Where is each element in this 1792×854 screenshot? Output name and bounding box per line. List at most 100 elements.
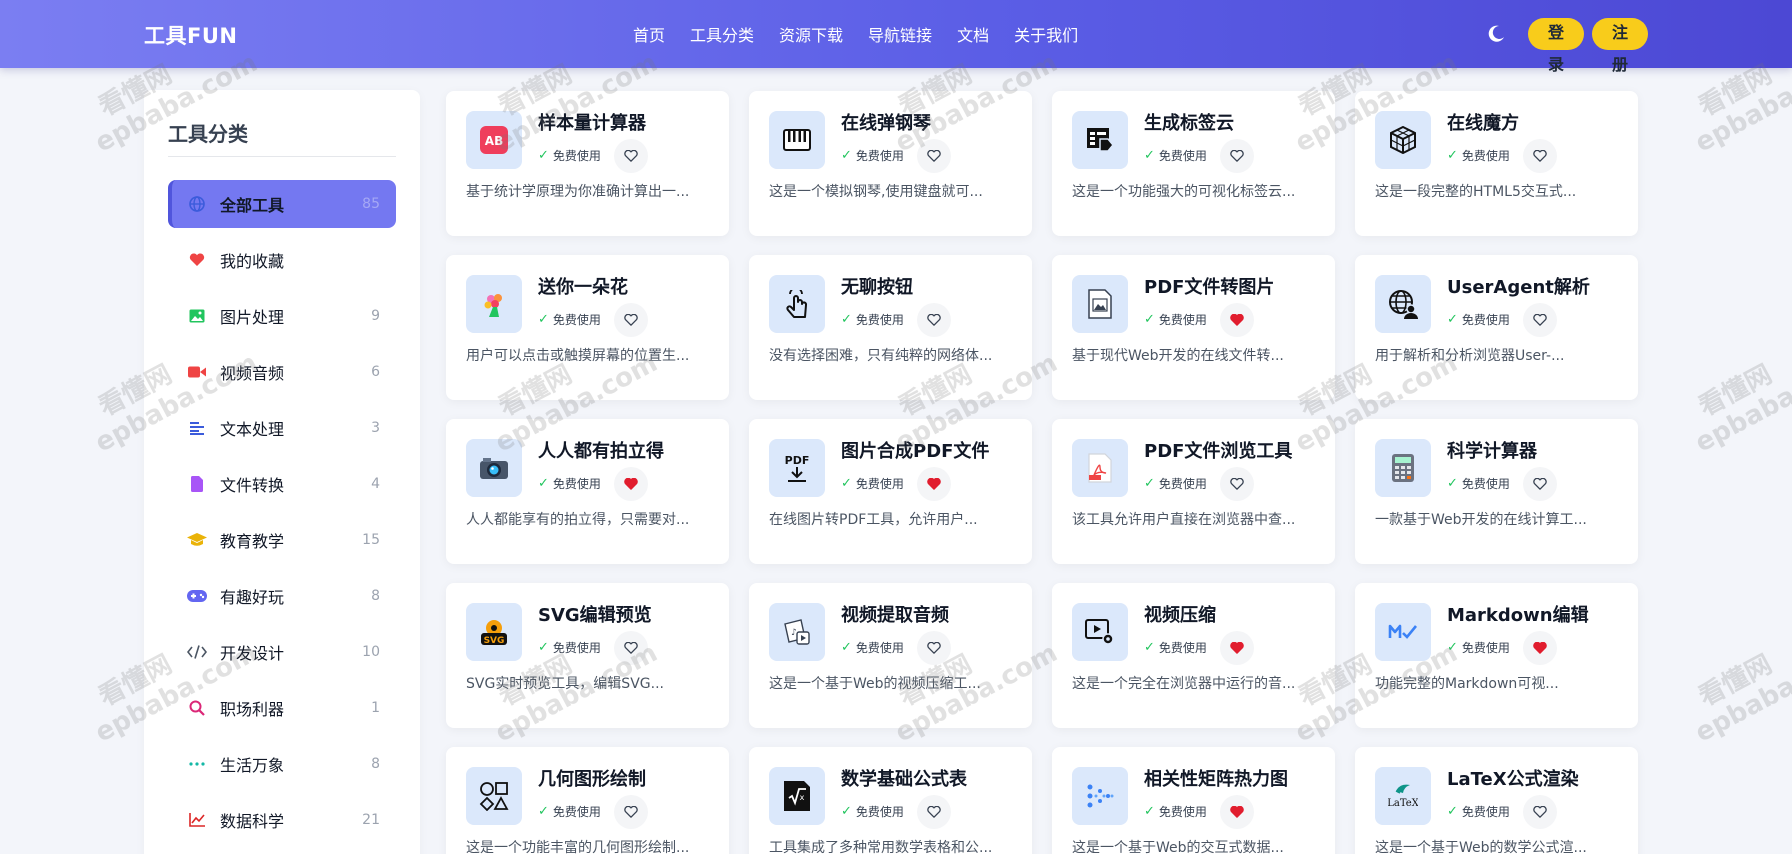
tool-card[interactable]: 送你一朵花 ✓ 免费使用 用户可以点击或触摸屏幕的位置生... — [446, 255, 729, 400]
tool-card-description: 功能完整的Markdown可视... — [1375, 676, 1559, 692]
tool-card[interactable]: 几何图形绘制 ✓ 免费使用 这是一个功能丰富的几何图形绘制... — [446, 747, 729, 854]
tool-card[interactable]: 科学计算器 ✓ 免费使用 一款基于Web开发的在线计算工... — [1355, 419, 1638, 564]
site-logo[interactable]: 工具FUN — [144, 20, 237, 50]
tool-card-title[interactable]: 无聊按钮 — [841, 273, 913, 299]
nav-about[interactable]: 关于我们 — [1014, 22, 1078, 46]
nav-home[interactable]: 首页 — [633, 22, 665, 46]
moon-icon[interactable] — [1486, 24, 1506, 44]
favorite-button[interactable] — [1220, 467, 1254, 501]
nav-downloads[interactable]: 资源下载 — [779, 22, 843, 46]
tool-card[interactable]: PDF文件转图片 ✓ 免费使用 基于现代Web开发的在线文件转... — [1052, 255, 1335, 400]
tool-card-title[interactable]: SVG编辑预览 — [538, 601, 652, 627]
check-icon: ✓ — [1144, 804, 1155, 819]
favorite-button-active[interactable] — [1220, 795, 1254, 829]
favorite-button[interactable] — [917, 795, 951, 829]
graduation-cap-icon — [186, 529, 208, 551]
favorite-button[interactable] — [614, 631, 648, 665]
favorite-button[interactable] — [614, 139, 648, 173]
tool-card[interactable]: 无聊按钮 ✓ 免费使用 没有选择困难，只有纯粹的网络体... — [749, 255, 1032, 400]
favorite-button[interactable] — [1220, 139, 1254, 173]
sidebar-item-favorites[interactable]: 我的收藏 — [168, 236, 396, 284]
tool-card-title[interactable]: 视频提取音频 — [841, 601, 949, 627]
tool-card-title[interactable]: 图片合成PDF文件 — [841, 437, 989, 463]
free-label: 免费使用 — [855, 149, 904, 163]
svg-text:PDF: PDF — [785, 454, 810, 467]
free-badge: ✓ 免费使用 — [1447, 475, 1510, 492]
favorite-button[interactable] — [917, 139, 951, 173]
tool-card-description: 该工具允许用户直接在浏览器中查... — [1072, 512, 1296, 528]
tool-card[interactable]: PDF文件浏览工具 ✓ 免费使用 该工具允许用户直接在浏览器中查... — [1052, 419, 1335, 564]
sidebar-item-fun[interactable]: 有趣好玩 8 — [168, 572, 396, 620]
favorite-button[interactable] — [917, 631, 951, 665]
tool-card-title[interactable]: Markdown编辑 — [1447, 601, 1589, 627]
sidebar-item-data-science[interactable]: 数据科学 21 — [168, 796, 396, 844]
tool-card[interactable]: SVG SVG编辑预览 ✓ 免费使用 SVG实时预览工具，编辑SVG... — [446, 583, 729, 728]
tool-card[interactable]: 生成标签云 ✓ 免费使用 这是一个功能强大的可视化标签云... — [1052, 91, 1335, 236]
sidebar-item-workplace[interactable]: 职场利器 1 — [168, 684, 396, 732]
favorite-button[interactable] — [1523, 303, 1557, 337]
tool-card[interactable]: AB 样本量计算器 ✓ 免费使用 基于统计学原理为你准确计算出一... — [446, 91, 729, 236]
favorite-button-active[interactable] — [917, 467, 951, 501]
tool-card[interactable]: x 数学基础公式表 ✓ 免费使用 工具集成了多种常用数学表格和公... — [749, 747, 1032, 854]
tool-card-title[interactable]: 相关性矩阵热力图 — [1144, 765, 1288, 791]
free-label: 免费使用 — [855, 805, 904, 819]
sidebar-item-all-tools[interactable]: 全部工具 85 — [168, 180, 396, 228]
favorite-button[interactable] — [1523, 139, 1557, 173]
tool-card[interactable]: LaTeX LaTeX公式渲染 ✓ 免费使用 这是一个基于Web的数学公式渲... — [1355, 747, 1638, 854]
tool-card[interactable]: 视频压缩 ✓ 免费使用 这是一个完全在浏览器中运行的音... — [1052, 583, 1335, 728]
tool-card-title[interactable]: 送你一朵花 — [538, 273, 628, 299]
tool-card-title[interactable]: PDF文件转图片 — [1144, 273, 1274, 299]
picture-file-icon — [1072, 275, 1128, 333]
tool-card[interactable]: UserAgent解析 ✓ 免费使用 用于解析和分析浏览器User-... — [1355, 255, 1638, 400]
nav-categories[interactable]: 工具分类 — [690, 22, 754, 46]
free-label: 免费使用 — [552, 149, 601, 163]
favorite-button-active[interactable] — [1523, 631, 1557, 665]
tool-card-title[interactable]: 科学计算器 — [1447, 437, 1537, 463]
audio-extract-icon: ♪ — [769, 603, 825, 661]
sidebar-item-dev-design[interactable]: 开发设计 10 — [168, 628, 396, 676]
sidebar-item-education[interactable]: 教育教学 15 — [168, 516, 396, 564]
favorite-button-active[interactable] — [1220, 631, 1254, 665]
tool-card-title[interactable]: 几何图形绘制 — [538, 765, 646, 791]
favorite-button[interactable] — [614, 303, 648, 337]
tool-card[interactable]: 人人都有拍立得 ✓ 免费使用 人人都能享有的拍立得，只需要对... — [446, 419, 729, 564]
tool-card-title[interactable]: 数学基础公式表 — [841, 765, 967, 791]
tool-card[interactable]: 在线魔方 ✓ 免费使用 这是一段完整的HTML5交互式... — [1355, 91, 1638, 236]
sidebar-item-video-audio[interactable]: 视频音频 6 — [168, 348, 396, 396]
favorite-button[interactable] — [1523, 795, 1557, 829]
login-button[interactable]: 登录 — [1528, 18, 1584, 74]
favorite-button[interactable] — [917, 303, 951, 337]
watermark: 看懂网 epbaba.com — [1676, 612, 1792, 748]
shapes-icon — [466, 767, 522, 825]
tool-card-title[interactable]: 视频压缩 — [1144, 601, 1216, 627]
tool-card-title[interactable]: LaTeX公式渲染 — [1447, 765, 1579, 791]
tool-card-title[interactable]: PDF文件浏览工具 — [1144, 437, 1292, 463]
favorite-button-active[interactable] — [614, 467, 648, 501]
favorite-button[interactable] — [614, 795, 648, 829]
tool-card-title[interactable]: UserAgent解析 — [1447, 273, 1590, 299]
sidebar-item-life[interactable]: 生活万象 8 — [168, 740, 396, 788]
sidebar-item-label: 文件转换 — [220, 476, 285, 495]
tool-card-title[interactable]: 在线魔方 — [1447, 109, 1519, 135]
sidebar-item-image[interactable]: 图片处理 9 — [168, 292, 396, 340]
tool-card[interactable]: Markdown编辑 ✓ 免费使用 功能完整的Markdown可视... — [1355, 583, 1638, 728]
tool-card-title[interactable]: 生成标签云 — [1144, 109, 1234, 135]
tool-card[interactable]: PDF 图片合成PDF文件 ✓ 免费使用 在线图片转PDF工具，允许用户... — [749, 419, 1032, 564]
tool-card[interactable]: ♪ 视频提取音频 ✓ 免费使用 这是一个基于Web的视频压缩工... — [749, 583, 1032, 728]
sidebar-item-file-convert[interactable]: 文件转换 4 — [168, 460, 396, 508]
favorite-button[interactable] — [1523, 467, 1557, 501]
check-icon: ✓ — [1447, 804, 1458, 819]
check-icon: ✓ — [1144, 476, 1155, 491]
nav-docs[interactable]: 文档 — [957, 22, 989, 46]
tool-card-title[interactable]: 人人都有拍立得 — [538, 437, 664, 463]
tool-card-description: 人人都能享有的拍立得，只需要对... — [466, 512, 690, 528]
sidebar-item-text[interactable]: 文本处理 3 — [168, 404, 396, 452]
tool-card-title[interactable]: 样本量计算器 — [538, 109, 646, 135]
tool-card[interactable]: 在线弹钢琴 ✓ 免费使用 这是一个模拟钢琴,使用键盘就可... — [749, 91, 1032, 236]
tool-card[interactable]: 相关性矩阵热力图 ✓ 免费使用 这是一个基于Web的交互式数据... — [1052, 747, 1335, 854]
favorite-button-active[interactable] — [1220, 303, 1254, 337]
nav-links[interactable]: 导航链接 — [868, 22, 932, 46]
free-label: 免费使用 — [1158, 149, 1207, 163]
register-button[interactable]: 注册 — [1592, 18, 1648, 74]
tool-card-title[interactable]: 在线弹钢琴 — [841, 109, 931, 135]
